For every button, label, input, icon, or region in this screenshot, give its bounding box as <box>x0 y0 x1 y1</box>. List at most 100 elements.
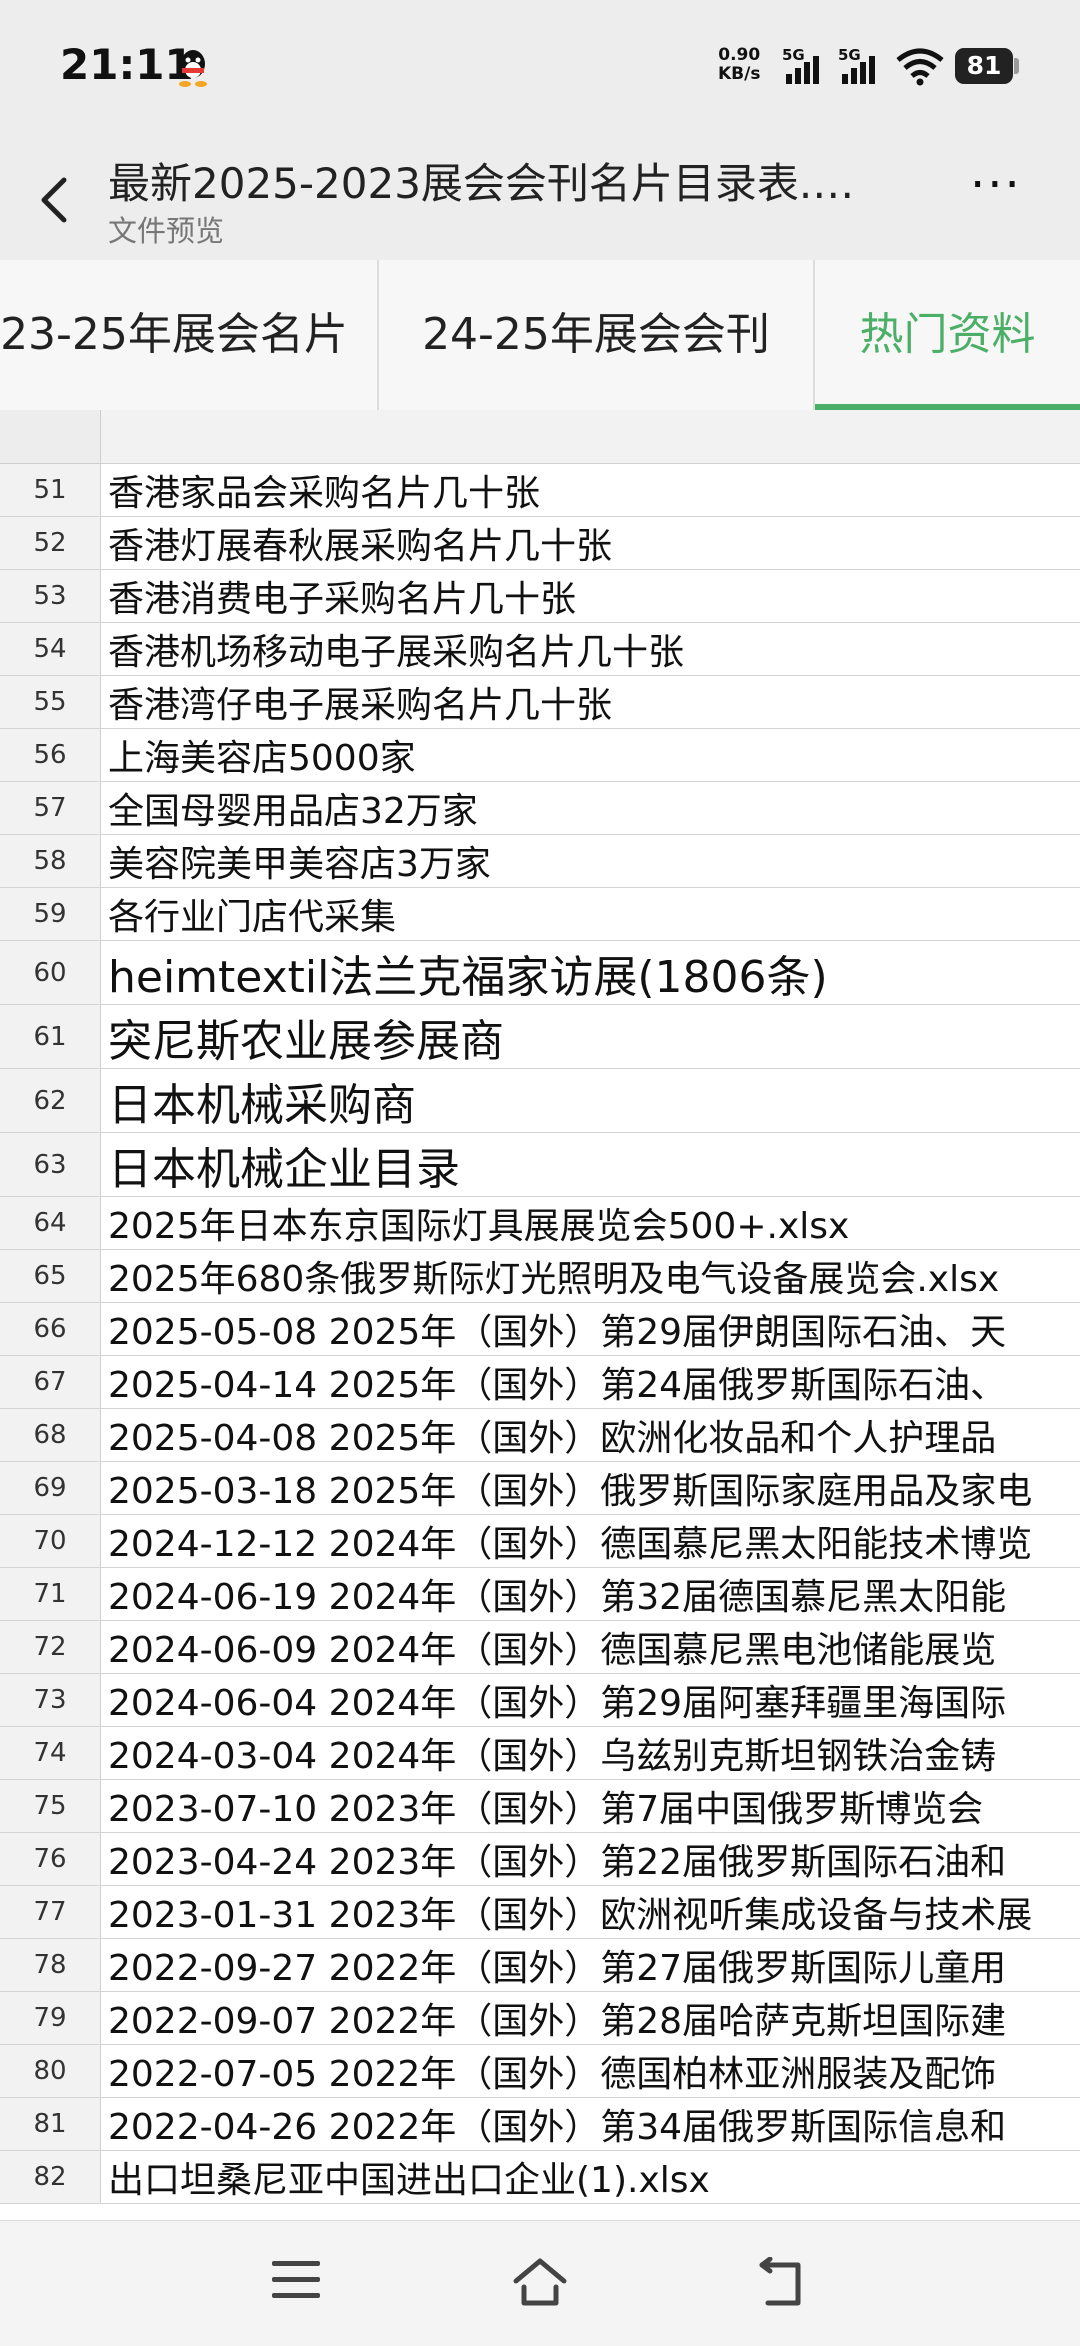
cell-text[interactable]: 2024-06-09 2024年（国外）德国慕尼黑电池储能展览 <box>108 1621 996 1673</box>
table-row[interactable]: 68 2025-04-08 2025年（国外）欧洲化妆品和个人护理品 <box>0 1409 1080 1462</box>
tab-23-25-cards[interactable]: 23-25年展会名片 <box>0 260 378 410</box>
table-row[interactable]: 56 上海美容店5000家 <box>0 729 1080 782</box>
table-row[interactable]: 65 2025年680条俄罗斯际灯光照明及电气设备展览会.xlsx <box>0 1250 1080 1303</box>
cell-text[interactable]: 2025-04-14 2025年（国外）第24届俄罗斯国际石油、 <box>108 1356 1006 1408</box>
cell-text[interactable]: 各行业门店代采集 <box>108 888 396 940</box>
row-number: 54 <box>0 623 101 675</box>
navigation-bar <box>0 2220 1080 2346</box>
row-number: 60 <box>0 941 101 1004</box>
table-row[interactable]: 55 香港湾仔电子展采购名片几十张 <box>0 676 1080 729</box>
sheet-tabs: 23-25年展会名片 24-25年展会会刊 热门资料 <box>0 260 1080 411</box>
table-row[interactable]: 72 2024-06-09 2024年（国外）德国慕尼黑电池储能展览 <box>0 1621 1080 1674</box>
signal-icon: 5G <box>838 46 882 86</box>
cell-text[interactable]: 2025年680条俄罗斯际灯光照明及电气设备展览会.xlsx <box>108 1250 999 1302</box>
cell-text[interactable]: 香港消费电子采购名片几十张 <box>108 570 576 622</box>
cell-text[interactable]: 香港湾仔电子展采购名片几十张 <box>108 676 612 728</box>
cell-text[interactable]: 2023-07-10 2023年（国外）第7届中国俄罗斯博览会 <box>108 1780 983 1832</box>
table-row[interactable]: 64 2025年日本东京国际灯具展展览会500+.xlsx <box>0 1197 1080 1250</box>
table-row[interactable]: 61 突尼斯农业展参展商 <box>0 1005 1080 1069</box>
cell-text[interactable]: 香港家品会采购名片几十张 <box>108 464 540 516</box>
table-row[interactable]: 74 2024-03-04 2024年（国外）乌兹别克斯坦钢铁治金铸 <box>0 1727 1080 1780</box>
table-row[interactable]: 57 全国母婴用品店32万家 <box>0 782 1080 835</box>
cell-text[interactable]: 2025-04-08 2025年（国外）欧洲化妆品和个人护理品 <box>108 1409 996 1461</box>
cell-text[interactable]: heimtextil法兰克福家访展(1806条) <box>108 941 828 1004</box>
cell-text[interactable]: 2022-09-27 2022年（国外）第27届俄罗斯国际儿童用 <box>108 1939 1006 1991</box>
cell-text[interactable]: 2025-03-18 2025年（国外）俄罗斯国际家庭用品及家电 <box>108 1462 1032 1514</box>
cell-text[interactable]: 2024-06-04 2024年（国外）第29届阿塞拜疆里海国际 <box>108 1674 1006 1726</box>
cell-text[interactable]: 香港机场移动电子展采购名片几十张 <box>108 623 684 675</box>
cell-text[interactable]: 2025年日本东京国际灯具展展览会500+.xlsx <box>108 1197 849 1249</box>
wifi-icon <box>896 48 944 86</box>
table-row[interactable]: 81 2022-04-26 2022年（国外）第34届俄罗斯国际信息和 <box>0 2098 1080 2151</box>
row-number: 82 <box>0 2151 101 2203</box>
tab-24-25-catalogs[interactable]: 24-25年展会会刊 <box>379 260 813 410</box>
cell-text[interactable]: 2022-07-05 2022年（国外）德国柏林亚洲服装及配饰 <box>108 2045 996 2097</box>
row-number: 66 <box>0 1303 101 1355</box>
table-row[interactable]: 78 2022-09-27 2022年（国外）第27届俄罗斯国际儿童用 <box>0 1939 1080 1992</box>
row-number: 75 <box>0 1780 101 1832</box>
cell-text[interactable]: 2024-03-04 2024年（国外）乌兹别克斯坦钢铁治金铸 <box>108 1727 996 1779</box>
table-row[interactable]: 80 2022-07-05 2022年（国外）德国柏林亚洲服装及配饰 <box>0 2045 1080 2098</box>
home-icon[interactable] <box>510 2251 570 2311</box>
table-row[interactable]: 75 2023-07-10 2023年（国外）第7届中国俄罗斯博览会 <box>0 1780 1080 1833</box>
cell-text[interactable]: 出口坦桑尼亚中国进出口企业(1).xlsx <box>108 2151 710 2203</box>
cell-text[interactable]: 2023-04-24 2023年（国外）第22届俄罗斯国际石油和 <box>108 1833 1006 1885</box>
row-number: 72 <box>0 1621 101 1673</box>
row-number: 51 <box>0 464 101 516</box>
status-bar: 21:11 0.90 KB/s 5G 5G 81 <box>0 0 1080 130</box>
speed-unit: KB/s <box>718 64 761 84</box>
table-row[interactable]: 82 出口坦桑尼亚中国进出口企业(1).xlsx <box>0 2151 1080 2204</box>
speed-value: 0.90 <box>718 45 761 65</box>
more-options-button[interactable]: ··· <box>970 161 1034 220</box>
row-number: 77 <box>0 1886 101 1938</box>
cell-text[interactable]: 全国母婴用品店32万家 <box>108 782 478 834</box>
table-row[interactable]: 79 2022-09-07 2022年（国外）第28届哈萨克斯坦国际建 <box>0 1992 1080 2045</box>
row-number: 56 <box>0 729 101 781</box>
cell-text[interactable]: 2025-05-08 2025年（国外）第29届伊朗国际石油、天 <box>108 1303 1006 1355</box>
table-row[interactable]: 69 2025-03-18 2025年（国外）俄罗斯国际家庭用品及家电 <box>0 1462 1080 1515</box>
sim1-label: 5G <box>782 46 805 64</box>
table-row[interactable]: 73 2024-06-04 2024年（国外）第29届阿塞拜疆里海国际 <box>0 1674 1080 1727</box>
cell-text[interactable]: 2022-04-26 2022年（国外）第34届俄罗斯国际信息和 <box>108 2098 1006 2150</box>
file-title: 最新2025-2023展会会刊名片目录表.… <box>108 159 855 208</box>
cell-text[interactable]: 2022-09-07 2022年（国外）第28届哈萨克斯坦国际建 <box>108 1992 1006 2044</box>
table-row[interactable]: 67 2025-04-14 2025年（国外）第24届俄罗斯国际石油、 <box>0 1356 1080 1409</box>
table-row[interactable]: 76 2023-04-24 2023年（国外）第22届俄罗斯国际石油和 <box>0 1833 1080 1886</box>
table-row[interactable]: 77 2023-01-31 2023年（国外）欧洲视听集成设备与技术展 <box>0 1886 1080 1939</box>
cell-text[interactable]: 2024-12-12 2024年（国外）德国慕尼黑太阳能技术博览 <box>108 1515 1032 1567</box>
cell-text[interactable]: 日本机械企业目录 <box>108 1133 460 1196</box>
row-number: 63 <box>0 1133 101 1196</box>
table-row[interactable]: 59 各行业门店代采集 <box>0 888 1080 941</box>
signal-icon: 5G <box>782 46 826 86</box>
cell-text[interactable]: 2024-06-19 2024年（国外）第32届德国慕尼黑太阳能 <box>108 1568 1006 1620</box>
table-row[interactable]: 71 2024-06-19 2024年（国外）第32届德国慕尼黑太阳能 <box>0 1568 1080 1621</box>
table-row[interactable]: 58 美容院美甲美容店3万家 <box>0 835 1080 888</box>
table-row[interactable]: 54 香港机场移动电子展采购名片几十张 <box>0 623 1080 676</box>
network-speed: 0.90 KB/s <box>718 46 760 84</box>
cell-text[interactable]: 2023-01-31 2023年（国外）欧洲视听集成设备与技术展 <box>108 1886 1032 1938</box>
back-icon[interactable] <box>752 2257 808 2313</box>
table-row[interactable]: 63 日本机械企业目录 <box>0 1133 1080 1197</box>
back-arrow-icon[interactable] <box>30 170 80 230</box>
table-row[interactable]: 62 日本机械采购商 <box>0 1069 1080 1133</box>
cell-text[interactable]: 美容院美甲美容店3万家 <box>108 835 491 887</box>
table-row[interactable]: 53 香港消费电子采购名片几十张 <box>0 570 1080 623</box>
table-row[interactable]: 60 heimtextil法兰克福家访展(1806条) <box>0 941 1080 1005</box>
row-number: 76 <box>0 1833 101 1885</box>
row-number: 74 <box>0 1727 101 1779</box>
spreadsheet[interactable]: 51 香港家品会采购名片几十张 52 香港灯展春秋展采购名片几十张 53 香港消费电子采购… <box>0 410 1080 2220</box>
row-number: 78 <box>0 1939 101 1991</box>
table-row[interactable]: 70 2024-12-12 2024年（国外）德国慕尼黑太阳能技术博览 <box>0 1515 1080 1568</box>
table-row[interactable]: 51 香港家品会采购名片几十张 <box>0 464 1080 517</box>
sim2-label: 5G <box>838 46 861 64</box>
cell-text[interactable]: 日本机械采购商 <box>108 1069 416 1132</box>
table-row[interactable]: 52 香港灯展春秋展采购名片几十张 <box>0 517 1080 570</box>
row-number: 61 <box>0 1005 101 1068</box>
cell-text[interactable]: 突尼斯农业展参展商 <box>108 1005 504 1068</box>
tab-hot-materials[interactable]: 热门资料 <box>815 260 1080 410</box>
table-row[interactable]: 66 2025-05-08 2025年（国外）第29届伊朗国际石油、天 <box>0 1303 1080 1356</box>
cell-text[interactable]: 上海美容店5000家 <box>108 729 416 781</box>
row-number: 58 <box>0 835 101 887</box>
menu-icon[interactable] <box>272 2261 328 2305</box>
cell-text[interactable]: 香港灯展春秋展采购名片几十张 <box>108 517 612 569</box>
